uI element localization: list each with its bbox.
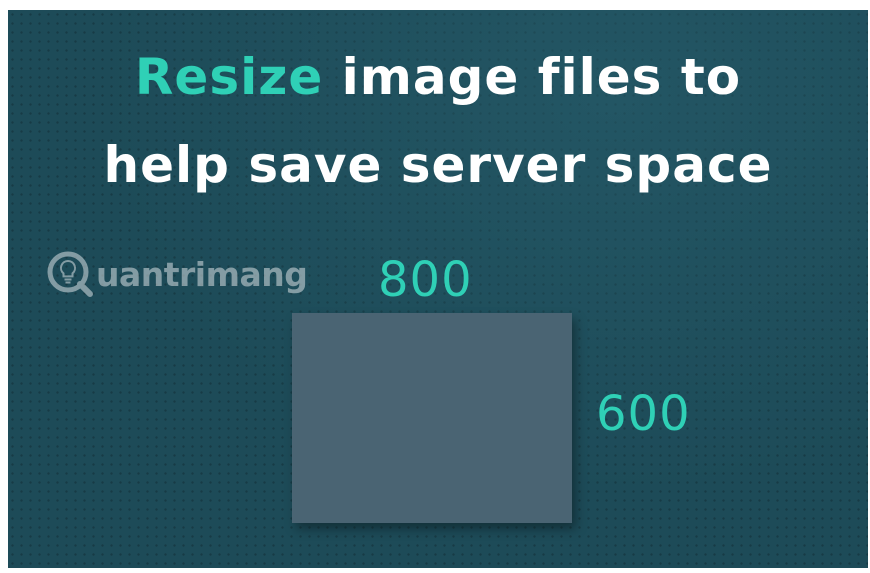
headline-line-2: help save server space bbox=[103, 136, 773, 194]
watermark-text: uantrimang bbox=[96, 254, 308, 294]
headline-line-1: Resize image files to bbox=[8, 52, 868, 102]
image-rectangle bbox=[292, 313, 572, 523]
height-label: 600 bbox=[596, 386, 691, 442]
watermark: uantrimang bbox=[46, 250, 308, 298]
lightbulb-q-logo bbox=[47, 251, 93, 297]
slide: Resize image files to help save server s… bbox=[8, 10, 868, 568]
headline-accent-word: Resize bbox=[134, 48, 324, 106]
width-label: 800 bbox=[378, 252, 473, 308]
headline-line-1-rest: image files to bbox=[323, 48, 742, 106]
